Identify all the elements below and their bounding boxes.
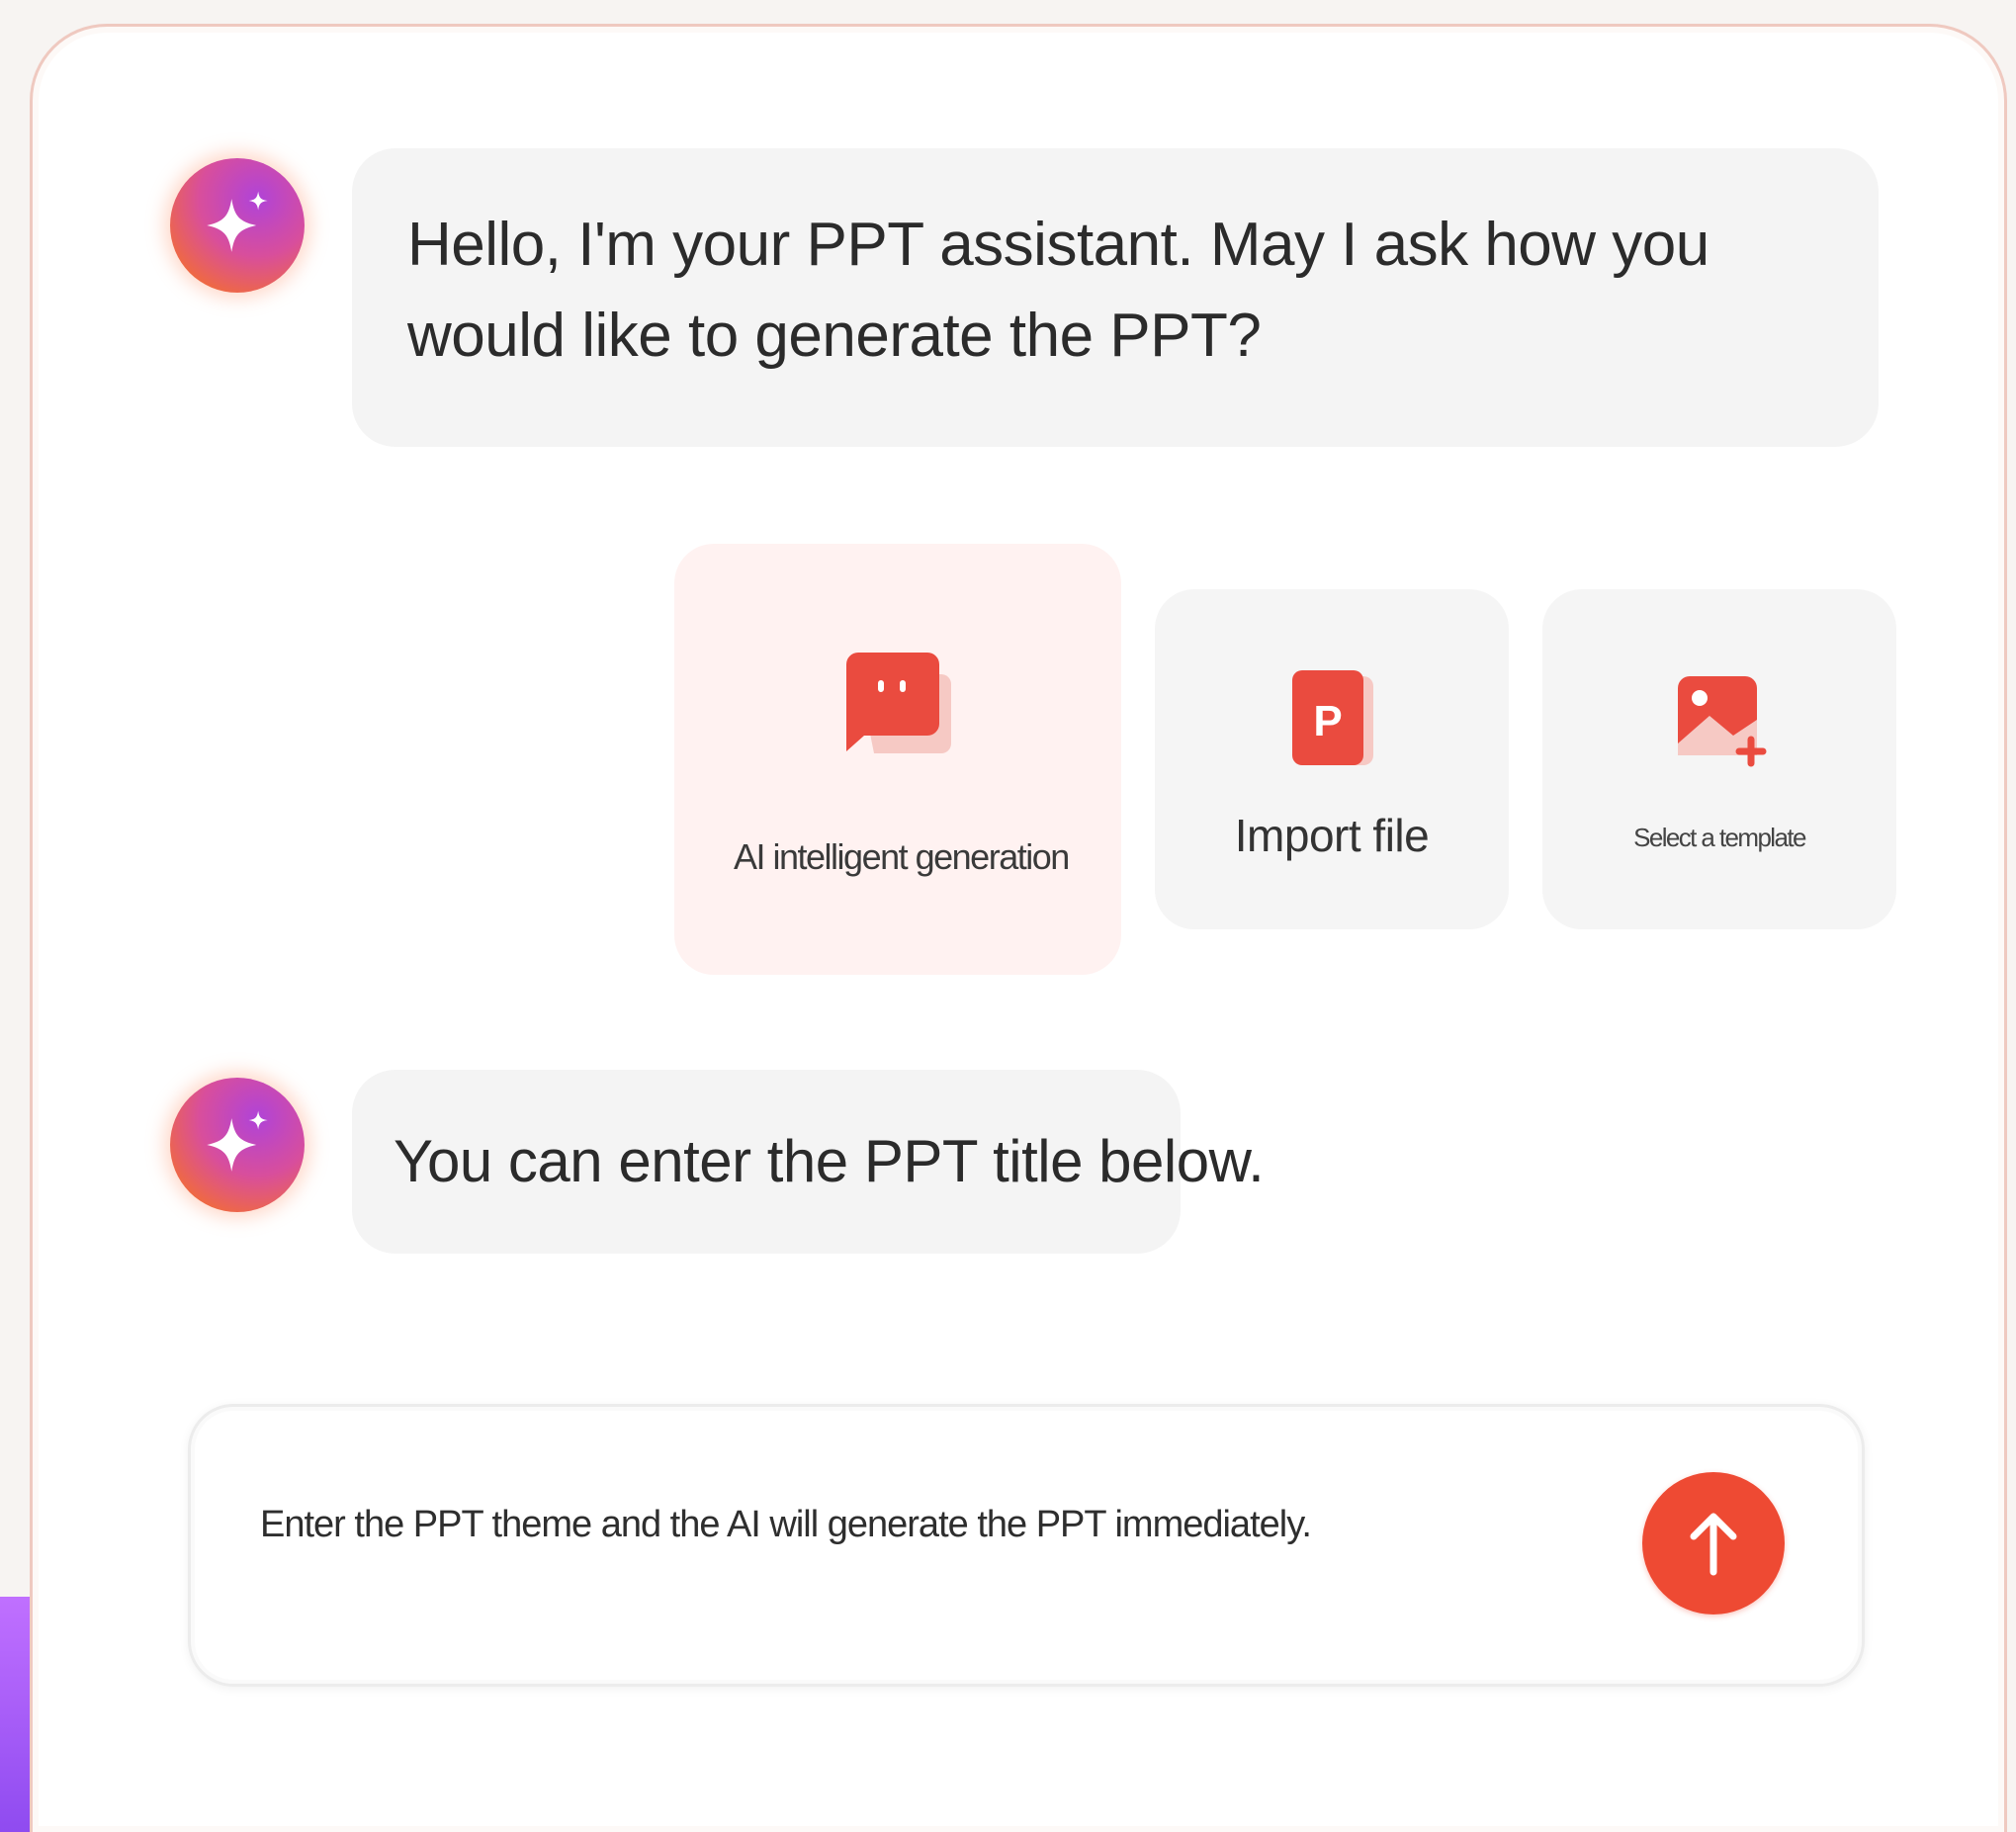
option-import-file[interactable]: P Import file — [1155, 589, 1509, 929]
assistant-message: You can enter the PPT title below. — [352, 1070, 1265, 1254]
arrow-up-icon — [1690, 1513, 1737, 1576]
option-ai-generation-label: AI intelligent generation — [734, 836, 1070, 877]
image-template-icon — [1678, 676, 1767, 767]
ppt-theme-input[interactable] — [260, 1504, 1545, 1546]
message-text: You can enter the PPT title below. — [394, 1128, 1265, 1194]
assistant-avatar — [170, 158, 305, 293]
svg-text:P: P — [1313, 697, 1342, 745]
assistant-message: Hello, I'm your PPT assistant. May I ask… — [352, 148, 1879, 447]
chat-bubble-icon — [846, 653, 951, 753]
message-text: Hello, I'm your PPT assistant. May I ask… — [407, 211, 1709, 370]
sparkle-icon — [207, 1110, 268, 1172]
option-import-file-label: Import file — [1234, 810, 1430, 861]
option-select-template-label: Select a template — [1633, 823, 1806, 852]
ppt-file-icon: P — [1292, 670, 1373, 765]
send-button[interactable] — [1642, 1472, 1785, 1614]
option-select-template[interactable]: Select a template — [1542, 589, 1896, 929]
assistant-avatar — [170, 1078, 305, 1212]
sparkle-icon — [207, 191, 268, 252]
option-ai-generation[interactable] — [674, 544, 1121, 975]
ppt-theme-input-box — [188, 1404, 1865, 1687]
